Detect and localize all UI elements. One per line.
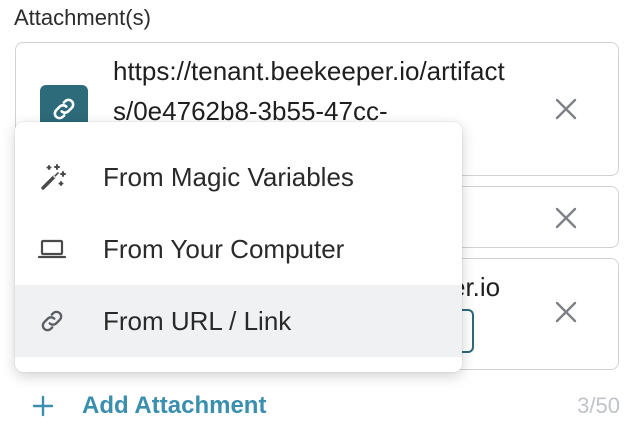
menu-item-label: From Magic Variables [103,162,354,192]
attachment-source-menu: From Magic Variables From Your Computer … [15,122,462,372]
laptop-icon [37,234,67,264]
attachment-url: https://tenant.beekeeper.io/artifacts/0e… [113,56,505,126]
remove-attachment-button[interactable] [548,200,584,236]
attachment-counter: 3/50 [577,393,620,418]
add-attachment-button[interactable]: Add Attachment [30,388,266,424]
link-icon [53,98,75,120]
attachments-section-label: Attachment(s) [14,5,151,30]
close-icon [555,207,577,229]
menu-item-url-link[interactable]: From URL / Link [15,285,462,357]
plus-icon [30,393,56,419]
menu-item-your-computer[interactable]: From Your Computer [15,213,462,285]
link-icon [37,306,67,336]
close-icon [555,98,577,120]
menu-item-label: From URL / Link [103,306,292,336]
magic-wand-icon [37,162,67,192]
menu-item-label: From Your Computer [103,234,345,264]
close-icon [555,301,577,323]
menu-item-magic-variables[interactable]: From Magic Variables [15,141,462,213]
add-attachment-label: Add Attachment [82,392,267,419]
attachments-panel: Attachment(s) https://tenant.beekeeper.i… [0,0,642,436]
remove-attachment-button[interactable] [548,91,584,127]
remove-attachment-button[interactable] [548,294,584,330]
